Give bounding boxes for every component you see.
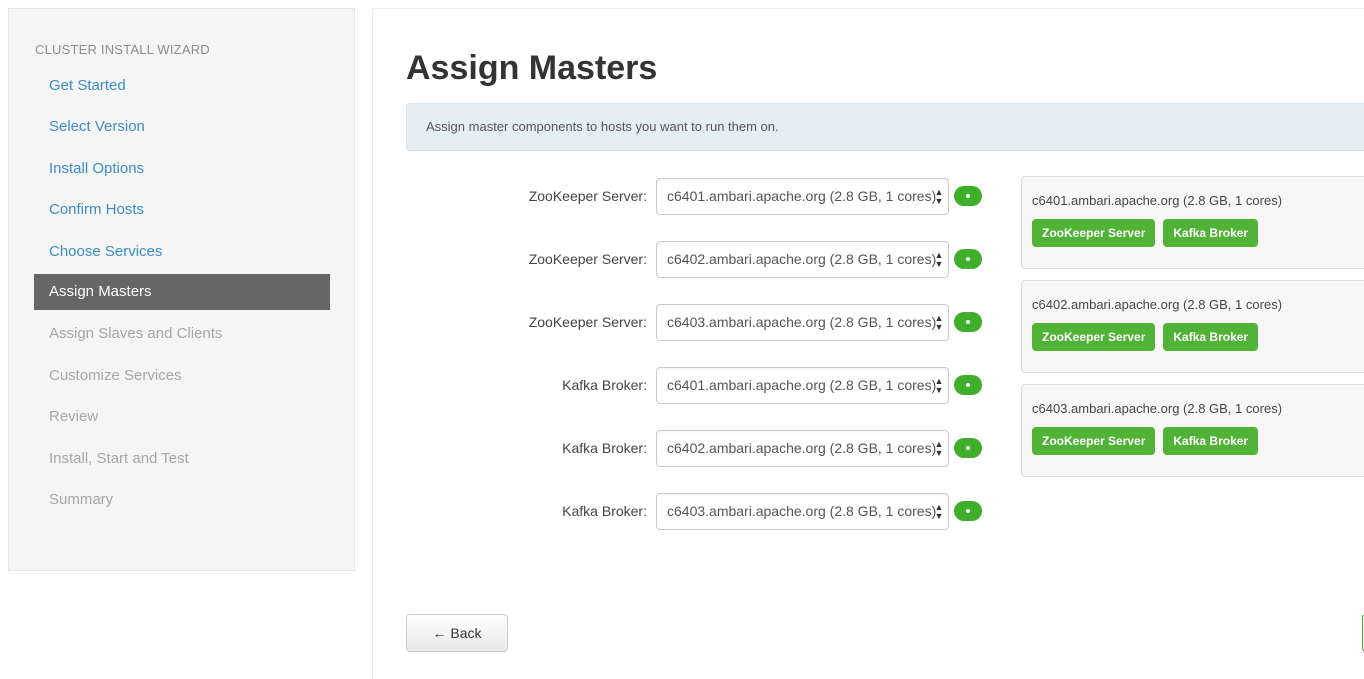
component-badges: ZooKeeper Server Kafka Broker [1032, 427, 1364, 455]
wizard-sidebar: CLUSTER INSTALL WIZARD Get Started Selec… [8, 8, 355, 571]
host-select[interactable]: c6403.ambari.apache.org (2.8 GB, 1 cores… [656, 493, 949, 530]
host-select[interactable]: c6402.ambari.apache.org (2.8 GB, 1 cores… [656, 241, 949, 278]
add-component-button[interactable] [954, 438, 982, 458]
assignment-row: ZooKeeper Server: c6403.ambari.apache.or… [373, 300, 1013, 363]
nav-item-summary: Summary [49, 490, 114, 508]
sidebar-header: CLUSTER INSTALL WIZARD [35, 42, 210, 57]
host-select-value: c6402.ambari.apache.org (2.8 GB, 1 cores… [667, 440, 937, 456]
host-card-name: c6401.ambari.apache.org (2.8 GB, 1 cores… [1032, 193, 1283, 208]
add-component-button[interactable] [954, 501, 982, 521]
nav-item-customize-services: Customize Services [49, 366, 182, 384]
host-card: c6401.ambari.apache.org (2.8 GB, 1 cores… [1021, 176, 1364, 269]
back-button[interactable]: ← Back [406, 614, 508, 652]
main-panel: Assign Masters Assign master components … [372, 8, 1364, 679]
component-badge: ZooKeeper Server [1032, 219, 1156, 247]
component-badge: Kafka Broker [1163, 427, 1259, 455]
page-title: Assign Masters [406, 49, 658, 87]
plus-icon [966, 509, 970, 513]
host-select-value: c6401.ambari.apache.org (2.8 GB, 1 cores… [667, 188, 937, 204]
assignment-row: ZooKeeper Server: c6401.ambari.apache.or… [373, 174, 1013, 237]
plus-icon [966, 320, 970, 324]
add-component-button[interactable] [954, 249, 982, 269]
nav-item-install-options[interactable]: Install Options [34, 150, 330, 191]
nav-item-review: Review [49, 408, 99, 426]
component-badges: ZooKeeper Server Kafka Broker [1032, 219, 1364, 247]
plus-icon [966, 257, 970, 261]
host-select-value: c6403.ambari.apache.org (2.8 GB, 1 cores… [667, 314, 937, 330]
host-select-value: c6403.ambari.apache.org (2.8 GB, 1 cores… [667, 503, 937, 519]
assignment-row: Kafka Broker: c6403.ambari.apache.org (2… [373, 489, 1013, 552]
up-down-arrows-icon: ▲ ▼ [934, 376, 944, 395]
component-badge: Kafka Broker [1163, 323, 1259, 351]
up-down-arrows-icon: ▲ ▼ [934, 502, 944, 521]
info-alert: Assign master components to hosts you wa… [406, 103, 1364, 151]
plus-icon [966, 446, 970, 450]
component-label: ZooKeeper Server: [528, 251, 647, 267]
nav-item-choose-services[interactable]: Choose Services [34, 233, 330, 274]
add-component-button[interactable] [954, 375, 982, 395]
host-select[interactable]: c6401.ambari.apache.org (2.8 GB, 1 cores… [656, 178, 949, 215]
component-label: ZooKeeper Server: [528, 188, 647, 204]
nav-item-assign-masters: Assign Masters [34, 273, 330, 310]
up-down-arrows-icon: ▲ ▼ [934, 313, 944, 332]
up-down-arrows-icon: ▲ ▼ [934, 439, 944, 458]
up-down-arrows-icon: ▲ ▼ [934, 187, 944, 206]
component-badge: ZooKeeper Server [1032, 427, 1156, 455]
assignment-row: Kafka Broker: c6402.ambari.apache.org (2… [373, 426, 1013, 489]
host-select[interactable]: c6402.ambari.apache.org (2.8 GB, 1 cores… [656, 430, 949, 467]
host-card: c6403.ambari.apache.org (2.8 GB, 1 cores… [1021, 384, 1364, 477]
component-badges: ZooKeeper Server Kafka Broker [1032, 323, 1364, 351]
host-card-name: c6403.ambari.apache.org (2.8 GB, 1 cores… [1032, 401, 1283, 416]
add-component-button[interactable] [954, 186, 982, 206]
nav-item-get-started[interactable]: Get Started [34, 67, 330, 108]
host-select-value: c6401.ambari.apache.org (2.8 GB, 1 cores… [667, 377, 937, 393]
host-card-name: c6402.ambari.apache.org (2.8 GB, 1 cores… [1032, 297, 1283, 312]
component-label: Kafka Broker: [562, 440, 647, 456]
component-label: Kafka Broker: [562, 377, 647, 393]
nav-item-confirm-hosts[interactable]: Confirm Hosts [34, 191, 330, 232]
assignment-row: ZooKeeper Server: c6402.ambari.apache.or… [373, 237, 1013, 300]
component-label: ZooKeeper Server: [528, 314, 647, 330]
host-select-value: c6402.ambari.apache.org (2.8 GB, 1 cores… [667, 251, 937, 267]
host-summary-list: c6401.ambari.apache.org (2.8 GB, 1 cores… [1021, 176, 1364, 488]
plus-icon [966, 383, 970, 387]
add-component-button[interactable] [954, 312, 982, 332]
host-select[interactable]: c6401.ambari.apache.org (2.8 GB, 1 cores… [656, 367, 949, 404]
component-badge: Kafka Broker [1163, 219, 1259, 247]
assignment-row: Kafka Broker: c6401.ambari.apache.org (2… [373, 363, 1013, 426]
nav-item-install-start-test: Install, Start and Test [49, 449, 189, 467]
nav-item-assign-slaves: Assign Slaves and Clients [49, 325, 223, 343]
component-badge: ZooKeeper Server [1032, 323, 1156, 351]
component-label: Kafka Broker: [562, 503, 647, 519]
host-card: c6402.ambari.apache.org (2.8 GB, 1 cores… [1021, 280, 1364, 373]
nav-item-select-version[interactable]: Select Version [34, 108, 330, 149]
plus-icon [966, 194, 970, 198]
up-down-arrows-icon: ▲ ▼ [934, 250, 944, 269]
host-select[interactable]: c6403.ambari.apache.org (2.8 GB, 1 cores… [656, 304, 949, 341]
wizard-nav: Get Started Select Version Install Optio… [34, 67, 330, 522]
assignment-list: ZooKeeper Server: c6401.ambari.apache.or… [373, 174, 1013, 552]
